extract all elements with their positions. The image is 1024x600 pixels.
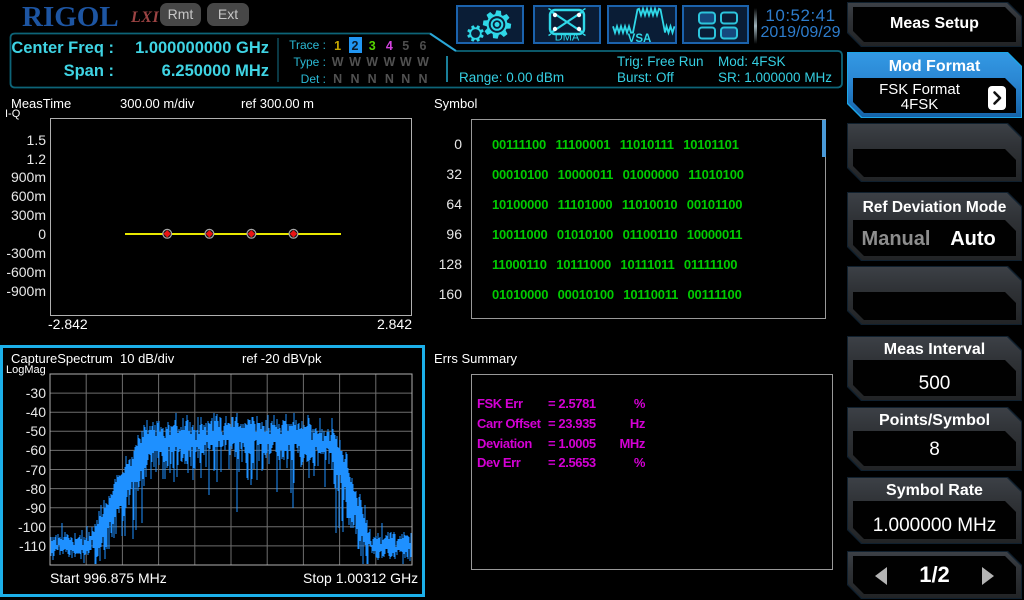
svg-text:DMA: DMA — [555, 32, 580, 44]
svg-text:VSA: VSA — [628, 33, 652, 45]
